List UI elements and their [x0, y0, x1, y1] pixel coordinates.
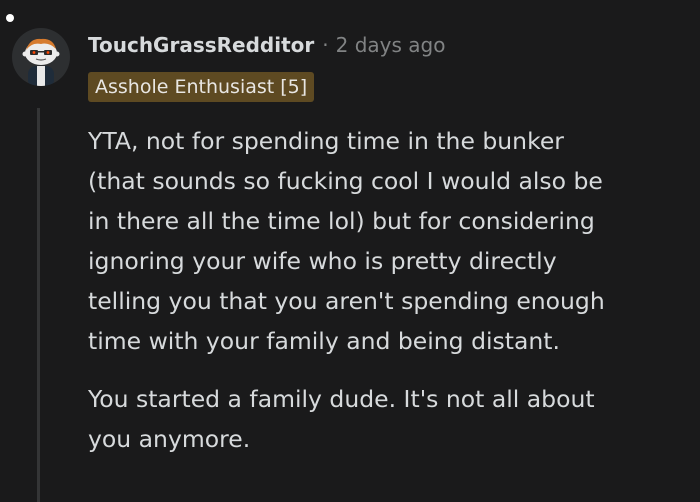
comment-header: TouchGrassRedditor · 2 days ago [88, 28, 445, 62]
timestamp-link[interactable]: 2 days ago [336, 33, 446, 57]
comment-paragraph-1: YTA, not for spending time in the bunker… [88, 127, 605, 355]
comment-paragraph-2: You started a family dude. It's not all … [88, 385, 595, 453]
snoo-avatar-icon [22, 38, 60, 86]
online-status-dot [6, 14, 14, 22]
comment: TouchGrassRedditor · 2 days ago Asshole … [0, 0, 700, 502]
avatar[interactable] [12, 28, 70, 86]
header-separator: · [322, 33, 329, 57]
comment-body: YTA, not for spending time in the bunker… [88, 121, 688, 459]
username-link[interactable]: TouchGrassRedditor [88, 33, 314, 57]
thread-collapse-line[interactable] [37, 108, 40, 502]
user-flair[interactable]: Asshole Enthusiast [5] [88, 72, 315, 102]
